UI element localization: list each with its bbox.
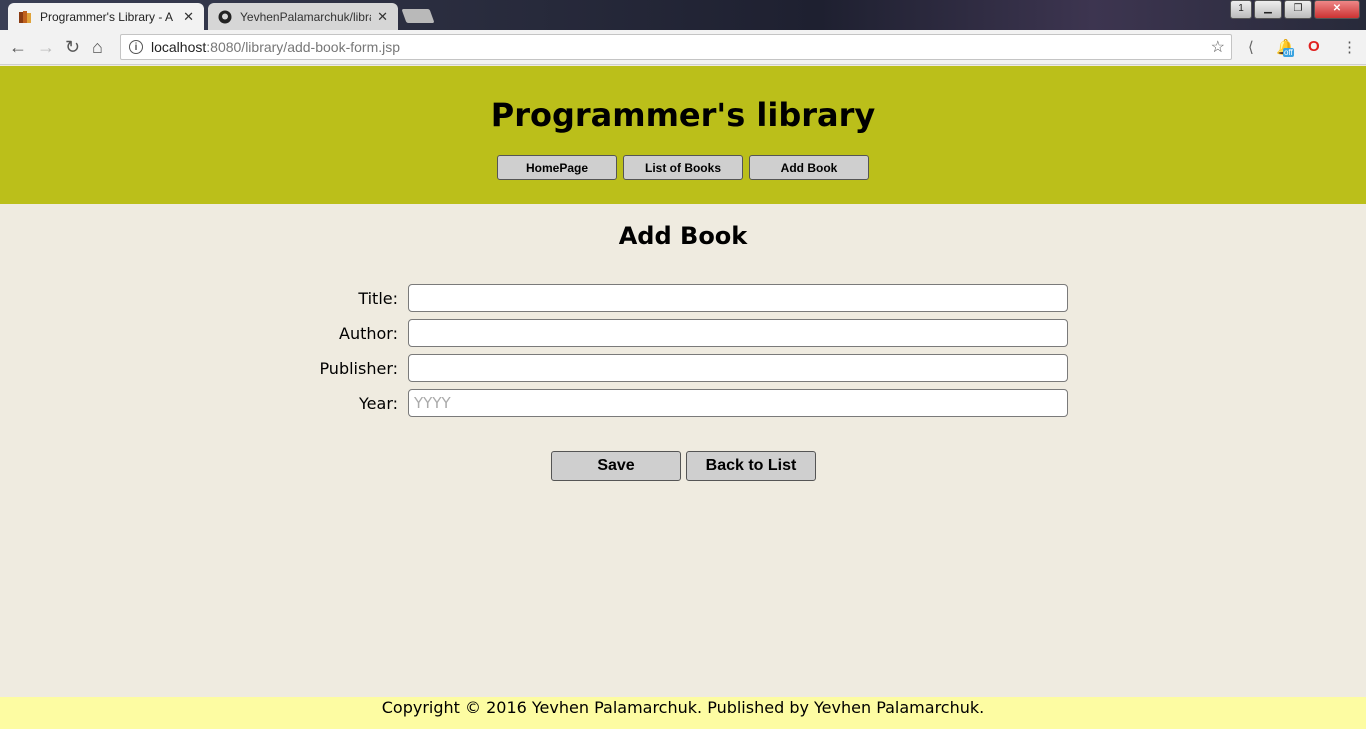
main-nav: HomePage List of Books Add Book bbox=[497, 155, 869, 180]
title-input[interactable] bbox=[408, 284, 1068, 312]
extension-arrow-icon[interactable]: ⟨ bbox=[1248, 38, 1254, 56]
nav-list-of-books-button[interactable]: List of Books bbox=[623, 155, 743, 180]
url-host: localhost bbox=[151, 39, 207, 55]
nav-add-book-button[interactable]: Add Book bbox=[749, 155, 869, 180]
nav-homepage-button[interactable]: HomePage bbox=[497, 155, 617, 180]
minimize-icon[interactable]: ▁ bbox=[1254, 0, 1282, 19]
window-close-icon[interactable]: ✕ bbox=[1314, 0, 1360, 19]
restore-icon[interactable]: ❐ bbox=[1284, 0, 1312, 19]
url-path: :8080/library/add-book-form.jsp bbox=[206, 39, 401, 55]
publisher-label: Publisher: bbox=[319, 359, 398, 378]
forward-arrow-icon[interactable]: → bbox=[37, 37, 55, 58]
info-icon[interactable]: i bbox=[129, 40, 143, 54]
copyright-text: Copyright © 2016 Yevhen Palamarchuk. Pub… bbox=[381, 698, 985, 717]
menu-dots-icon[interactable]: ⋮ bbox=[1342, 38, 1357, 56]
library-favicon-icon bbox=[18, 10, 32, 24]
tab-close-icon[interactable]: ✕ bbox=[377, 9, 388, 25]
tab-close-icon[interactable]: ✕ bbox=[183, 9, 194, 25]
tab-github[interactable]: YevhenPalamarchuk/libra ✕ bbox=[208, 3, 398, 30]
year-label: Year: bbox=[359, 394, 398, 413]
site-header: Programmer's library HomePage List of Bo… bbox=[0, 66, 1366, 204]
author-input[interactable] bbox=[408, 319, 1068, 347]
publisher-input[interactable] bbox=[408, 354, 1068, 382]
form-title: Add Book bbox=[618, 222, 748, 250]
bookmark-star-icon[interactable]: ☆ bbox=[1211, 37, 1225, 57]
footer: Copyright © 2016 Yevhen Palamarchuk. Pub… bbox=[0, 697, 1366, 729]
window-controls: 1 ▁ ❐ ✕ bbox=[1230, 0, 1360, 19]
reload-icon[interactable]: ↻ bbox=[65, 37, 80, 58]
site-title: Programmer's library bbox=[490, 96, 876, 134]
back-to-list-button[interactable]: Back to List bbox=[686, 451, 816, 481]
address-bar[interactable]: i localhost:8080/library/add-book-form.j… bbox=[120, 34, 1232, 60]
tab-title: YevhenPalamarchuk/libra bbox=[240, 9, 372, 24]
browser-tab-bar: Programmer's Library - A ✕ YevhenPalamar… bbox=[0, 0, 1366, 30]
author-label: Author: bbox=[339, 324, 398, 343]
new-tab-button[interactable] bbox=[401, 9, 435, 23]
year-input[interactable] bbox=[408, 389, 1068, 417]
browser-toolbar: ← → ↻ ⌂ i localhost:8080/library/add-boo… bbox=[0, 30, 1366, 65]
back-arrow-icon[interactable]: ← bbox=[9, 37, 27, 58]
extension-bell-icon[interactable]: 🔔off bbox=[1276, 38, 1295, 57]
title-label: Title: bbox=[358, 289, 398, 308]
home-icon[interactable]: ⌂ bbox=[92, 37, 103, 58]
window-badge: 1 bbox=[1230, 0, 1252, 19]
github-icon bbox=[218, 10, 232, 24]
opera-icon[interactable]: O bbox=[1308, 38, 1320, 55]
tab-programmers-library[interactable]: Programmer's Library - A ✕ bbox=[8, 3, 204, 30]
save-button[interactable]: Save bbox=[551, 451, 681, 481]
tab-title: Programmer's Library - A bbox=[40, 9, 173, 24]
extension-badge: off bbox=[1283, 48, 1294, 57]
